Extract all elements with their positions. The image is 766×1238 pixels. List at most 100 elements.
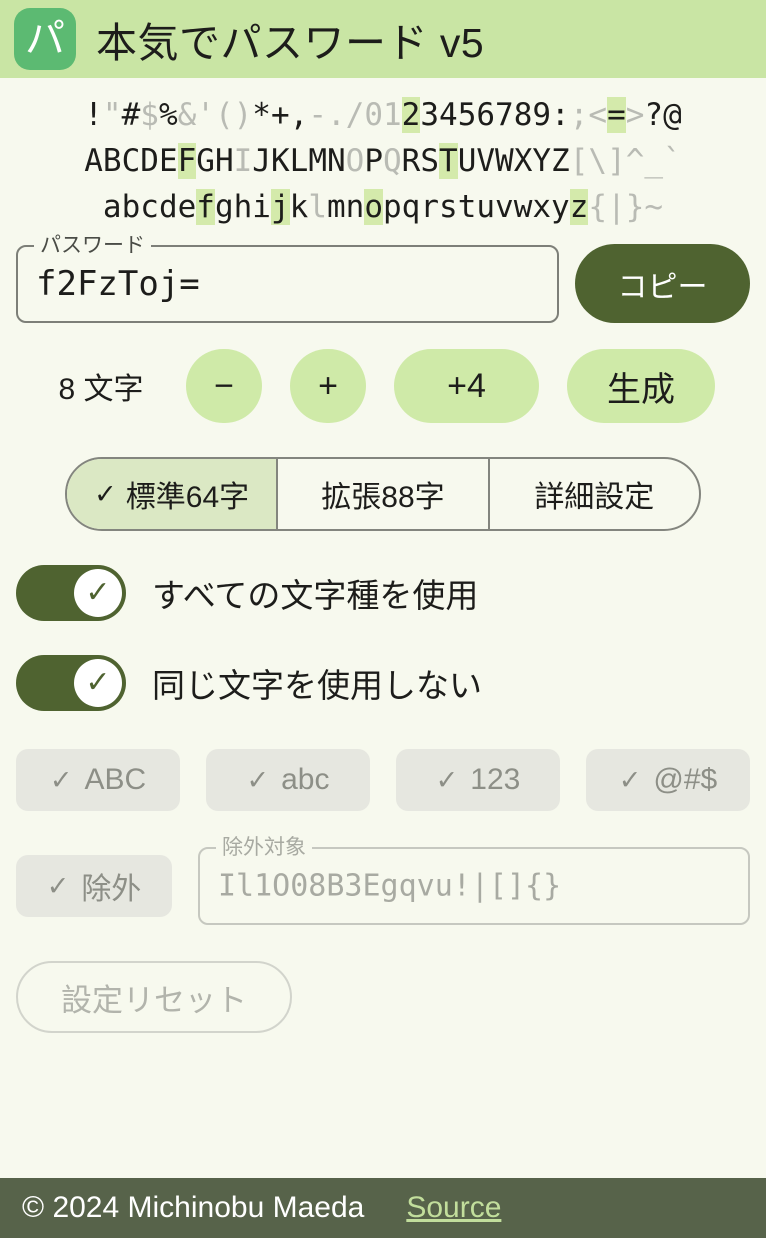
check-icon: ✓ bbox=[246, 764, 270, 795]
charmap-char: Z bbox=[551, 143, 570, 179]
charmap-char: 7 bbox=[495, 97, 514, 133]
charmap-char: G bbox=[196, 143, 215, 179]
charmap-char: | bbox=[607, 189, 626, 225]
charmap-char: r bbox=[420, 189, 440, 225]
charmap-char: * bbox=[252, 97, 271, 133]
password-row: パスワード f2FzToj= コピー bbox=[0, 231, 766, 323]
exclude-chars-field: 除外対象 Il1O08B3Egqvu!|[]{} bbox=[198, 834, 750, 925]
charmap-char: s bbox=[439, 189, 458, 225]
charmap-char: H bbox=[214, 143, 234, 179]
charmap-char: E bbox=[158, 143, 178, 179]
charmap-char: m bbox=[326, 189, 346, 225]
length-decrement-button[interactable]: − bbox=[186, 349, 262, 423]
charmap-char: M bbox=[308, 143, 327, 179]
exclude-chars-field-legend: 除外対象 bbox=[216, 834, 312, 862]
chip-uppercase: ✓ ABC bbox=[16, 749, 180, 811]
charmap-char: x bbox=[532, 189, 552, 225]
check-icon: ✓ bbox=[49, 764, 73, 795]
charmap-char: P bbox=[364, 143, 383, 179]
charset-mode-segmented-control: ✓ 標準64字 拡張88字 詳細設定 bbox=[65, 457, 701, 531]
charmap-char: # bbox=[121, 97, 141, 133]
app-footer: © 2024 Michinobu Maeda Source bbox=[0, 1178, 766, 1238]
check-icon: ✓ bbox=[435, 764, 459, 795]
toggle-knob: ✓ bbox=[74, 569, 122, 617]
charmap-char: ] bbox=[607, 143, 626, 179]
charmap-char: 3 bbox=[420, 97, 440, 133]
charmap-char: t bbox=[457, 189, 477, 225]
character-map-row-symbols-digits: !"#$%&'()*+,-./0123456789:;<=>?@ bbox=[0, 92, 766, 138]
charmap-char: b bbox=[121, 189, 141, 225]
password-field[interactable]: パスワード f2FzToj= bbox=[16, 231, 559, 323]
charmap-char: L bbox=[289, 143, 309, 179]
toggle-no-duplicate-chars[interactable]: ✓ bbox=[16, 655, 126, 711]
exclude-row: ✓ 除外 除外対象 Il1O08B3Egqvu!|[]{} bbox=[0, 834, 766, 925]
toggle-row-use-all-charsets: ✓ すべての文字種を使用 bbox=[0, 565, 766, 621]
charmap-char: h bbox=[233, 189, 253, 225]
check-icon: ✓ bbox=[85, 666, 111, 699]
charmap-char: ' bbox=[196, 97, 215, 133]
charmap-char: d bbox=[158, 189, 178, 225]
charmap-char: 9 bbox=[532, 97, 552, 133]
generate-button[interactable]: 生成 bbox=[567, 349, 715, 423]
charmap-char: " bbox=[102, 97, 122, 133]
charmap-char: v bbox=[495, 189, 514, 225]
chip-digits-label: 123 bbox=[470, 763, 521, 796]
charmap-char: ! bbox=[84, 97, 103, 133]
charmap-char: = bbox=[607, 97, 626, 133]
charmap-char: J bbox=[252, 143, 271, 179]
charmap-char: . bbox=[326, 97, 346, 133]
charmap-char: S bbox=[420, 143, 440, 179]
check-icon: ✓ bbox=[618, 764, 642, 795]
charmap-char: f bbox=[196, 189, 215, 225]
charmap-char: _ bbox=[644, 143, 664, 179]
charmap-char: W bbox=[495, 143, 514, 179]
charmap-char: A bbox=[84, 143, 103, 179]
charmap-char: C bbox=[121, 143, 141, 179]
charmap-char: g bbox=[214, 189, 234, 225]
copyright-text: © 2024 Michinobu Maeda bbox=[22, 1191, 365, 1224]
charmap-char: ; bbox=[569, 97, 589, 133]
copy-button[interactable]: コピー bbox=[575, 244, 750, 323]
charmap-char: K bbox=[270, 143, 290, 179]
character-map: !"#$%&'()*+,-./0123456789:;<=>?@ ABCDEFG… bbox=[0, 78, 766, 236]
source-link[interactable]: Source bbox=[406, 1191, 501, 1225]
segment-standard-64[interactable]: ✓ 標準64字 bbox=[67, 459, 279, 529]
charmap-char: I bbox=[233, 143, 253, 179]
segment-advanced-settings[interactable]: 詳細設定 bbox=[490, 459, 699, 529]
page-title: 本気でパスワード v5 bbox=[96, 20, 485, 66]
charmap-char: O bbox=[345, 143, 365, 179]
toggle-knob: ✓ bbox=[74, 659, 122, 707]
charmap-char: 6 bbox=[476, 97, 496, 133]
check-icon: ✓ bbox=[85, 576, 111, 609]
reset-row: 設定リセット bbox=[0, 961, 766, 1033]
charmap-char: 5 bbox=[457, 97, 477, 133]
charmap-char: u bbox=[476, 189, 496, 225]
app-logo-glyph: パ bbox=[25, 17, 65, 61]
charmap-char: 0 bbox=[364, 97, 383, 133]
toggle-use-all-charsets[interactable]: ✓ bbox=[16, 565, 126, 621]
length-increment-button[interactable]: + bbox=[290, 349, 366, 423]
app-header: パ 本気でパスワード v5 bbox=[0, 0, 766, 78]
charmap-char: c bbox=[140, 189, 159, 225]
character-map-row-uppercase: ABCDEFGHIJKLMNOPQRSTUVWXYZ[\]^_` bbox=[0, 138, 766, 184]
charmap-char: B bbox=[102, 143, 122, 179]
charmap-char: R bbox=[401, 143, 421, 179]
charmap-char: - bbox=[308, 97, 327, 133]
charmap-char: ` bbox=[663, 143, 682, 179]
segment-extended-88[interactable]: 拡張88字 bbox=[278, 459, 490, 529]
charmap-char: j bbox=[270, 189, 290, 225]
charmap-char: z bbox=[569, 189, 589, 225]
charmap-char: T bbox=[439, 143, 458, 179]
charmap-char: a bbox=[102, 189, 122, 225]
charmap-char: ( bbox=[214, 97, 234, 133]
exclude-chars-value: Il1O08B3Egqvu!|[]{} bbox=[218, 868, 562, 904]
charmap-char: 1 bbox=[383, 97, 402, 133]
charmap-char: : bbox=[551, 97, 570, 133]
check-icon: ✓ bbox=[46, 870, 70, 901]
segment-extended-88-label: 拡張88字 bbox=[321, 481, 445, 514]
charmap-char: e bbox=[177, 189, 197, 225]
length-plus-four-button[interactable]: +4 bbox=[394, 349, 539, 423]
charmap-char: i bbox=[252, 189, 271, 225]
charmap-char: & bbox=[177, 97, 197, 133]
charmap-char: { bbox=[588, 189, 608, 225]
